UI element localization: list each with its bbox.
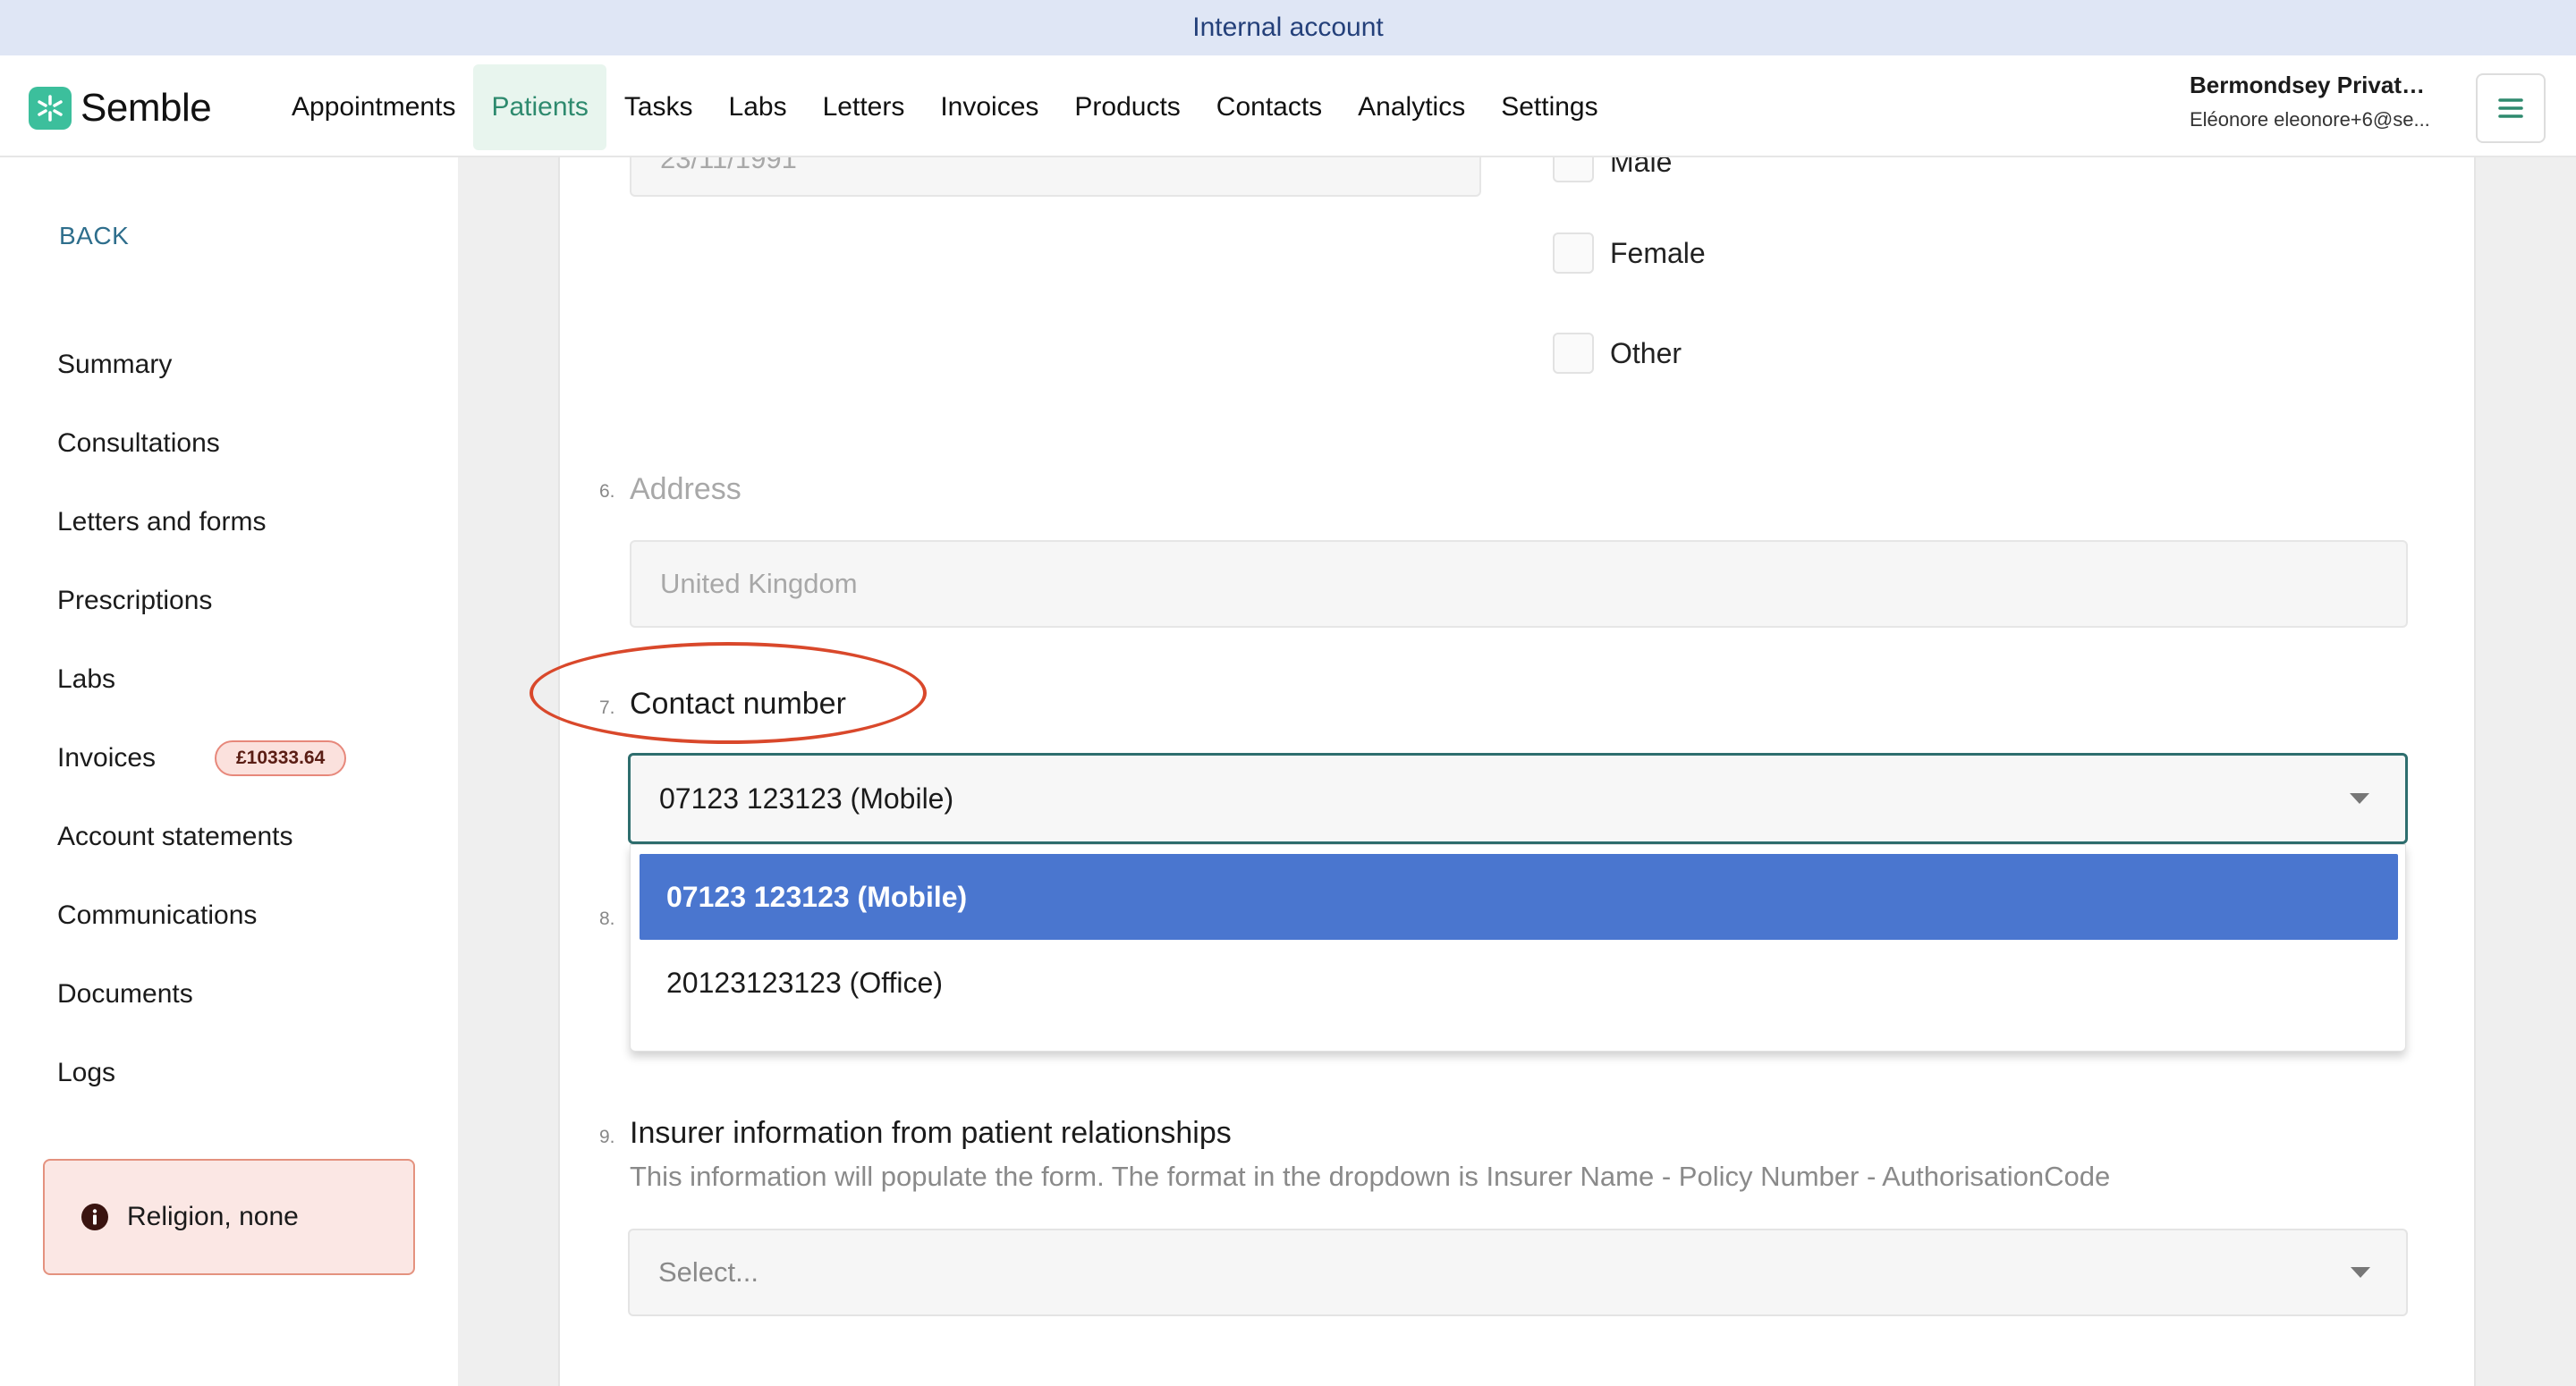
patient-sidebar: BACK Summary Consultations Letters and f… [0,157,458,1386]
sidebar-item-communications[interactable]: Communications [57,876,415,955]
gender-option-female[interactable]: Female [1553,232,1706,274]
sidebar-item-label: Consultations [57,428,220,458]
main-nav: Appointments Patients Tasks Labs Letters… [274,64,1616,150]
sidebar-item-documents[interactable]: Documents [57,955,415,1034]
contact-number-dropdown: 07123 123123 (Mobile) 20123123123 (Offic… [630,844,2406,1052]
question-number: 9. [599,1127,615,1147]
question-number: 6. [599,481,615,502]
insurer-select[interactable]: Select... [628,1229,2408,1316]
insurer-help-text: This information will populate the form.… [630,1161,2111,1192]
nav-contacts[interactable]: Contacts [1199,64,1340,150]
sidebar-item-label: Prescriptions [57,586,213,615]
hamburger-icon [2498,98,2523,118]
sidebar-item-logs[interactable]: Logs [57,1034,415,1112]
logo-text: Semble [80,86,212,130]
option-label: Female [1610,236,1706,269]
back-link[interactable]: BACK [59,222,129,250]
sidebar-item-labs[interactable]: Labs [57,640,415,719]
date-of-birth-input[interactable]: 23/11/1991 [630,157,1481,197]
sidebar-item-letters-and-forms[interactable]: Letters and forms [57,483,415,562]
checkbox[interactable] [1553,333,1594,374]
sidebar-item-summary[interactable]: Summary [57,325,415,404]
sidebar-item-label: Logs [57,1058,116,1087]
checkbox[interactable] [1553,232,1594,274]
account-user: Eléonore eleonore+6@se... [2190,108,2430,131]
sidebar-item-label: Account statements [57,822,293,851]
form-card: 23/11/1991 Male Female Other 6. Address … [558,157,2476,1386]
sidebar-item-consultations[interactable]: Consultations [57,404,415,483]
selected-value: 07123 123123 (Mobile) [659,782,954,815]
contact-number-select[interactable]: 07123 123123 (Mobile) [628,753,2408,844]
sidebar-item-label: Invoices [57,743,157,773]
question-number: 8. [599,909,615,929]
sidebar-item-invoices[interactable]: Invoices £10333.64 [57,719,415,798]
address-input[interactable]: United Kingdom [630,540,2408,628]
menu-button[interactable] [2476,73,2546,143]
question-number: 7. [599,697,615,718]
semble-logo[interactable]: Semble [29,86,212,131]
patient-nav-list: Summary Consultations Letters and forms … [57,325,415,1112]
account-switcher[interactable]: Bermondsey Private ... Eléonore eleonore… [2190,72,2433,131]
dob-value: 23/11/1991 [660,157,797,174]
dropdown-option-office[interactable]: 20123123123 (Office) [640,940,2398,1026]
invoice-balance-badge: £10333.64 [215,740,347,776]
sidebar-item-label: Summary [57,350,173,379]
contact-number-label: Contact number [630,687,846,721]
sidebar-item-label: Letters and forms [57,507,267,537]
banner-text: Internal account [1192,13,1384,42]
sidebar-item-label: Documents [57,979,193,1009]
chevron-down-icon [2351,1267,2370,1278]
address-value: United Kingdom [660,568,858,599]
nav-products[interactable]: Products [1056,64,1198,150]
nav-appointments[interactable]: Appointments [274,64,473,150]
top-header: Semble Appointments Patients Tasks Labs … [0,55,2576,157]
patient-alert: Religion, none [43,1159,415,1275]
semble-logo-icon [29,87,72,130]
alert-text: Religion, none [127,1202,299,1231]
option-label: Male [1610,157,1673,178]
nav-patients[interactable]: Patients [473,64,606,150]
sidebar-item-prescriptions[interactable]: Prescriptions [57,562,415,640]
internal-account-banner: Internal account [0,0,2576,55]
insurer-label: Insurer information from patient relatio… [630,1116,1232,1150]
nav-settings[interactable]: Settings [1483,64,1615,150]
checkbox[interactable] [1553,157,1594,182]
nav-tasks[interactable]: Tasks [606,64,711,150]
gender-option-other[interactable]: Other [1553,333,1682,374]
nav-letters[interactable]: Letters [805,64,923,150]
option-label: Other [1610,336,1682,369]
gender-option-male[interactable]: Male [1553,157,1672,182]
nav-analytics[interactable]: Analytics [1340,64,1483,150]
nav-invoices[interactable]: Invoices [922,64,1056,150]
sidebar-item-account-statements[interactable]: Account statements [57,798,415,876]
sidebar-item-label: Communications [57,900,258,930]
dropdown-option-mobile[interactable]: 07123 123123 (Mobile) [640,854,2398,940]
sidebar-item-label: Labs [57,664,116,694]
info-icon [81,1204,108,1230]
chevron-down-icon [2350,793,2369,804]
account-name: Bermondsey Private ... [2190,72,2433,98]
select-placeholder: Select... [658,1256,758,1288]
address-label: Address [630,472,741,506]
nav-labs[interactable]: Labs [711,64,805,150]
